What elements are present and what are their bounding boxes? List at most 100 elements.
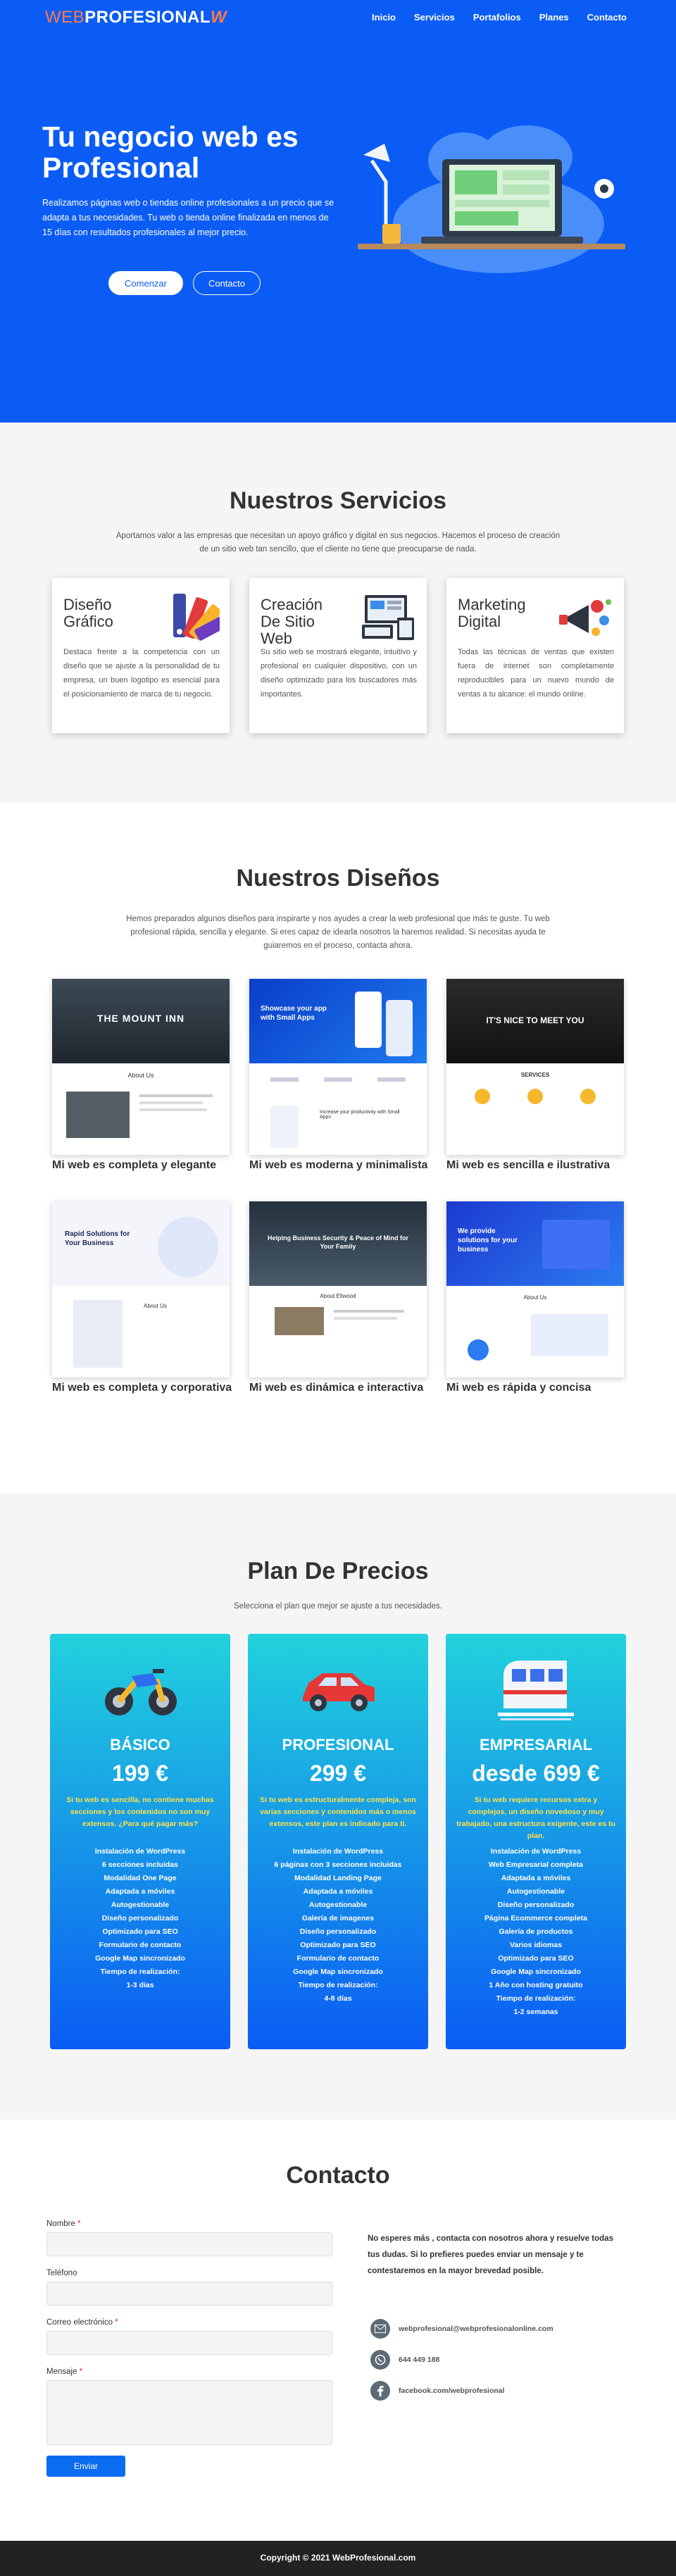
plan-feature: Google Map sincronizado xyxy=(491,1968,581,1976)
plan-feature: Autogestionable xyxy=(111,1901,170,1909)
service-card-text: Destaca frente a la competencia con un d… xyxy=(63,648,220,699)
plan-feature: Web Empresarial completa xyxy=(488,1861,584,1869)
pricing-section: Plan De Precios Selecciona el plan que m… xyxy=(0,1493,676,2120)
thumb-heading: We provide solutions for your business xyxy=(458,1227,518,1253)
plan-feature: Optimizado para SEO xyxy=(498,1954,574,1963)
plan-features: Instalación de WordPress 6 páginas con 3… xyxy=(248,1845,428,2006)
service-card-text: Su sitio web se mostrará elegante, intui… xyxy=(261,648,417,699)
design-caption: Mi web es moderna y minimalista xyxy=(249,1159,428,1171)
thumb-subheading: Increase your productivity with Small Ap… xyxy=(320,1110,400,1120)
service-card-title: Creación De Sitio Web xyxy=(261,596,323,647)
contact-button[interactable]: Contacto xyxy=(193,271,261,295)
service-card-text: Todas las técnicas de ventas que existen… xyxy=(458,648,614,699)
laptop-desk-illustration xyxy=(358,125,625,273)
nav-link-contacto[interactable]: Contacto xyxy=(587,12,627,23)
plan-feature: Instalación de WordPress xyxy=(94,1847,186,1856)
plan-feature: 6 secciones incluidas xyxy=(102,1861,178,1869)
contact-section: Contacto Nombre * Teléfono Correo electr… xyxy=(0,2120,676,2541)
car-icon xyxy=(303,1673,375,1711)
pricing-subtitle: Selecciona el plan que mejor se ajuste a… xyxy=(234,1602,442,1611)
start-button[interactable]: Comenzar xyxy=(108,271,183,295)
pricing-title: Plan De Precios xyxy=(247,1558,429,1584)
plan-price: 299 € xyxy=(309,1761,367,1786)
plan-feature: Modalidad Landing Page xyxy=(294,1874,382,1882)
plan-feature: Instalación de WordPress xyxy=(490,1847,582,1856)
design-thumbnail-2[interactable]: Showcase your app with Small Apps Increa… xyxy=(249,979,427,1155)
design-thumbnail-5[interactable]: Helping Business Security & Peace of Min… xyxy=(249,1201,427,1377)
plan-feature: Optimizado para SEO xyxy=(102,1927,178,1936)
contact-phone-row[interactable]: 644 449 188 xyxy=(370,2349,439,2370)
services-title: Nuestros Servicios xyxy=(229,487,447,514)
plan-description: Si tu web es estructuralmente compleja, … xyxy=(260,1796,416,1828)
plan-features: Instalación de WordPress Web Empresarial… xyxy=(446,1845,626,2019)
footer: Copyright © 2021 WebProfesional.com xyxy=(0,2541,676,2576)
nav-link-servicios[interactable]: Servicios xyxy=(414,12,455,23)
design-thumbnail-3[interactable]: IT'S NICE TO MEET YOU SERVICES xyxy=(446,979,624,1155)
phone-label: Teléfono xyxy=(46,2269,77,2277)
name-label: Nombre * xyxy=(46,2220,81,2228)
hero-section: WEBPROFESIONALW Inicio Servicios Portafo… xyxy=(0,0,676,423)
plan-description: Si tu web requiere recursos extra y comp… xyxy=(456,1796,615,1840)
plan-name: PROFESIONAL xyxy=(282,1736,394,1753)
message-label: Mensaje * xyxy=(46,2368,83,2376)
phone-field[interactable] xyxy=(46,2282,332,2306)
thumb-heading: Showcase your app with Small Apps xyxy=(261,1005,327,1022)
plan-card-business[interactable]: EMPRESARIAL desde 699 € Si tu web requie… xyxy=(446,1634,626,2049)
thumb-subheading: SERVICES xyxy=(520,1072,550,1078)
main-menu: Inicio Servicios Portafolios Planes Cont… xyxy=(372,12,627,23)
plan-feature: Página Ecommerce completa xyxy=(484,1914,587,1922)
site-logo[interactable]: WEBPROFESIONALW xyxy=(45,8,227,27)
design-caption: Mi web es completa y corporativa xyxy=(52,1382,232,1394)
plan-card-basic[interactable]: BÁSICO 199 € Si tu web es sencilla, no c… xyxy=(50,1634,230,2049)
plan-name: EMPRESARIAL xyxy=(479,1736,593,1753)
plan-feature: 1-3 días xyxy=(126,1981,154,1989)
thumb-subheading: About Us xyxy=(144,1303,167,1309)
envelope-icon xyxy=(370,2319,390,2339)
plan-feature: Adaptada a móviles xyxy=(501,1874,571,1882)
nav-link-inicio[interactable]: Inicio xyxy=(372,12,396,23)
plan-price: desde 699 € xyxy=(472,1761,600,1786)
email-label: Correo electrónico * xyxy=(46,2318,118,2327)
plan-feature: Tiempo de realización: xyxy=(496,1994,576,2003)
plan-features: Instalación de WordPress 6 secciones inc… xyxy=(50,1845,230,1992)
design-caption: Mi web es rápida y concisa xyxy=(446,1382,592,1394)
design-caption: Mi web es dinámica e interactiva xyxy=(249,1382,424,1394)
service-card-website: Creación De Sitio Web Su sitio web se mo… xyxy=(249,578,427,733)
contact-facebook-row[interactable]: facebook.com/webprofesional xyxy=(370,2380,505,2401)
hero-title: Tu negocio web es Profesional xyxy=(42,120,299,184)
plan-feature: 1 Año con hosting gratuito xyxy=(489,1981,583,1989)
contact-title: Contacto xyxy=(286,2162,390,2189)
designs-subtitle: Hemos preparados algunos diseños para in… xyxy=(126,915,550,950)
plan-price: 199 € xyxy=(111,1761,169,1786)
nav-link-planes[interactable]: Planes xyxy=(539,12,569,23)
plan-feature: 4-8 días xyxy=(324,1994,352,2003)
devices-icon xyxy=(362,595,414,640)
design-thumbnail-1[interactable]: THE MOUNT INN About Us xyxy=(52,979,230,1155)
contact-description: No esperes más , contacta con nosotros a… xyxy=(368,2234,613,2275)
services-section: Nuestros Servicios Aportamos valor a las… xyxy=(0,423,676,803)
plan-feature: Tiempo de realización: xyxy=(298,1981,378,1989)
contact-email-row[interactable]: webprofesional@webprofesionalonline.com xyxy=(370,2318,553,2339)
plan-card-professional[interactable]: PROFESIONAL 299 € Si tu web es estructur… xyxy=(248,1634,428,2049)
thumb-subheading: About Us xyxy=(523,1294,547,1301)
service-card-title: Marketing Digital xyxy=(458,596,526,630)
message-field[interactable] xyxy=(46,2380,332,2445)
design-thumbnail-4[interactable]: Rapid Solutions for Your Business About … xyxy=(52,1201,230,1377)
plan-feature: Optimizado para SEO xyxy=(300,1941,376,1949)
contact-phone: 644 449 188 xyxy=(399,2356,440,2364)
email-field[interactable] xyxy=(46,2331,332,2355)
motorcycle-icon xyxy=(105,1669,177,1715)
plan-feature: Diseño personalizado xyxy=(299,1927,377,1936)
nav-link-portafolios[interactable]: Portafolios xyxy=(473,12,521,23)
top-navigation: WEBPROFESIONALW Inicio Servicios Portafo… xyxy=(0,0,676,35)
hero-description: Realizamos páginas web o tiendas online … xyxy=(42,198,334,237)
design-thumbnail-6[interactable]: We provide solutions for your business A… xyxy=(446,1201,624,1377)
copyright-text: Copyright © 2021 WebProfesional.com xyxy=(260,2553,416,2563)
plan-feature: Diseño personalizado xyxy=(101,1914,179,1922)
plan-feature: Autogestionable xyxy=(506,1887,565,1896)
name-field[interactable] xyxy=(46,2232,332,2256)
send-button[interactable]: Enviar xyxy=(46,2456,125,2477)
plan-feature: Instalación de WordPress xyxy=(292,1847,384,1856)
plan-feature: Varios idiomas xyxy=(509,1941,563,1949)
plan-feature: 1-2 semanas xyxy=(513,2008,558,2016)
